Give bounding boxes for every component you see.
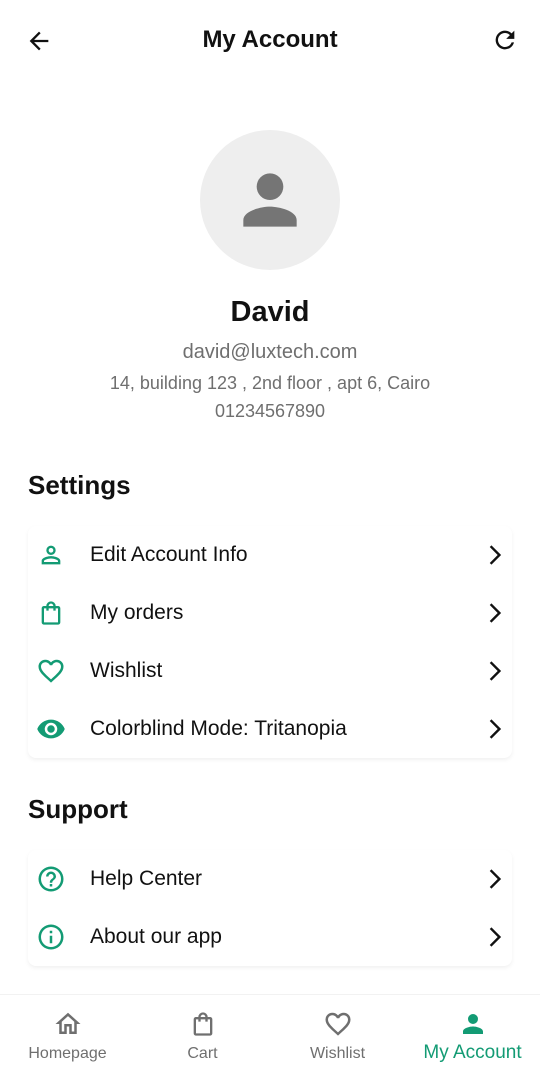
support-item-label: About our app bbox=[90, 925, 222, 948]
bottom-navigation: Homepage Cart Wishlist My Account bbox=[0, 994, 540, 1078]
nav-homepage[interactable]: Homepage bbox=[0, 995, 135, 1078]
app-bar: My Account bbox=[0, 0, 540, 80]
nav-cart[interactable]: Cart bbox=[135, 995, 270, 1078]
shopping-bag-icon bbox=[36, 598, 66, 628]
profile-name: David bbox=[230, 296, 310, 328]
info-circle-icon bbox=[36, 922, 66, 952]
refresh-button[interactable] bbox=[490, 25, 520, 55]
support-item-help-center[interactable]: Help Center bbox=[28, 850, 512, 908]
nav-label: Wishlist bbox=[309, 1045, 366, 1062]
profile-phone: 01234567890 bbox=[214, 401, 326, 421]
settings-item-my-orders[interactable]: My orders bbox=[28, 584, 512, 642]
settings-item-wishlist[interactable]: Wishlist bbox=[28, 642, 512, 700]
heart-outline-icon bbox=[36, 656, 66, 686]
nav-my-account[interactable]: My Account bbox=[405, 995, 540, 1078]
support-item-about-app[interactable]: About our app bbox=[28, 908, 512, 966]
person-outline-icon bbox=[36, 540, 66, 570]
bag-icon bbox=[135, 1009, 270, 1039]
avatar bbox=[200, 130, 340, 270]
settings-item-label: Colorblind Mode: Tritanopia bbox=[90, 717, 347, 740]
help-circle-icon bbox=[36, 864, 66, 894]
refresh-icon bbox=[495, 30, 515, 50]
home-icon bbox=[0, 1009, 135, 1039]
page-title: My Account bbox=[202, 26, 338, 53]
nav-label: Homepage bbox=[28, 1045, 107, 1062]
nav-label: My Account bbox=[423, 1042, 522, 1063]
settings-item-label: Edit Account Info bbox=[90, 543, 248, 566]
nav-label: Cart bbox=[187, 1045, 218, 1062]
settings-section-title: Settings bbox=[28, 470, 131, 500]
support-section-title: Support bbox=[28, 794, 128, 824]
settings-item-label: Wishlist bbox=[90, 659, 163, 682]
heart-icon bbox=[270, 1009, 405, 1039]
settings-item-colorblind-mode[interactable]: Colorblind Mode: Tritanopia bbox=[28, 700, 512, 758]
chevron-right-icon bbox=[486, 602, 504, 624]
profile-email: david@luxtech.com bbox=[182, 341, 358, 363]
chevron-right-icon bbox=[486, 718, 504, 740]
support-card: Help Center About our app bbox=[28, 850, 512, 966]
chevron-right-icon bbox=[486, 926, 504, 948]
person-icon bbox=[405, 1009, 540, 1039]
chevron-right-icon bbox=[486, 660, 504, 682]
settings-item-label: My orders bbox=[90, 601, 184, 624]
eye-icon bbox=[36, 714, 66, 744]
settings-item-edit-account[interactable]: Edit Account Info bbox=[28, 526, 512, 584]
profile-address: 14, building 123 , 2nd floor , apt 6, Ca… bbox=[109, 373, 431, 393]
support-item-label: Help Center bbox=[90, 867, 203, 890]
person-avatar-icon bbox=[243, 173, 297, 227]
settings-card: Edit Account Info My orders Wishlist Col… bbox=[28, 526, 512, 758]
chevron-right-icon bbox=[486, 868, 504, 890]
chevron-right-icon bbox=[486, 544, 504, 566]
nav-wishlist[interactable]: Wishlist bbox=[270, 995, 405, 1078]
